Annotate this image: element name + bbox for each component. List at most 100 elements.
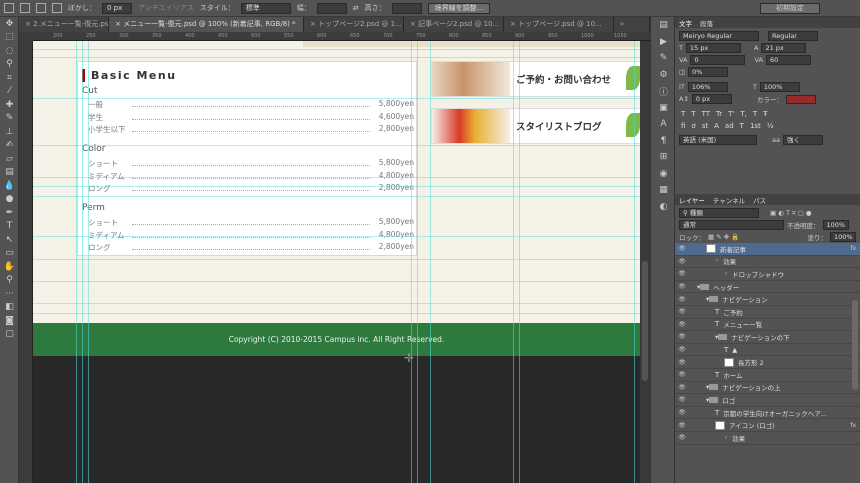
- layer-row[interactable]: 👁 T メニュー一覧: [675, 319, 860, 332]
- guide-vertical[interactable]: [411, 41, 412, 483]
- antialias-checkbox[interactable]: アンチエイリアス: [138, 3, 194, 13]
- move-tool-icon[interactable]: ✥: [0, 17, 19, 31]
- visibility-eye-icon[interactable]: 👁: [675, 283, 689, 290]
- tab-character[interactable]: 文字: [679, 18, 692, 28]
- marquee-preset-icon[interactable]: [4, 3, 14, 13]
- visibility-eye-icon[interactable]: 👁: [675, 308, 689, 315]
- tab-document-5[interactable]: × トップページ.psd @ 10...: [504, 17, 614, 32]
- leading-input[interactable]: 21 px: [761, 43, 807, 53]
- fraction-button[interactable]: ½: [767, 122, 774, 130]
- guide-vertical[interactable]: [430, 41, 431, 483]
- guide-vertical[interactable]: [513, 41, 514, 483]
- glyphs-panel-icon[interactable]: ⊞: [651, 149, 676, 166]
- visibility-eye-icon[interactable]: 👁: [675, 371, 689, 378]
- all-caps-button[interactable]: TT: [702, 110, 710, 118]
- font-size-input[interactable]: 15 px: [685, 43, 741, 53]
- guide-horizontal[interactable]: [33, 313, 640, 314]
- adjustments-panel-icon[interactable]: ◐: [651, 199, 676, 216]
- shape-tool-icon[interactable]: ▭: [0, 247, 19, 261]
- horizontal-ruler[interactable]: 200 250 300 350 400 450 500 550 600 650 700 750 800 8…: [33, 32, 650, 41]
- visibility-eye-icon[interactable]: 👁: [675, 296, 689, 303]
- width-input[interactable]: [316, 2, 347, 14]
- eyedropper-tool-icon[interactable]: ⁄: [0, 85, 19, 99]
- blend-mode-select[interactable]: 通常: [679, 220, 784, 230]
- vertical-scale-input[interactable]: 106%: [687, 82, 728, 92]
- crop-tool-icon[interactable]: ⌗: [0, 71, 19, 85]
- eraser-tool-icon[interactable]: ▱: [0, 152, 19, 166]
- lock-icons[interactable]: ▦ ✎ ✥ 🔒: [708, 233, 739, 241]
- brush-panel-icon[interactable]: ✎: [651, 50, 676, 67]
- visibility-eye-icon[interactable]: 👁: [675, 346, 689, 353]
- guide-horizontal[interactable]: [33, 177, 640, 178]
- tab-document-active[interactable]: × メニュー一覧-復元.psd @ 100% (新着記事, RGB/8) *: [109, 17, 304, 32]
- new-selection-icon[interactable]: [20, 3, 30, 13]
- character-panel-icon[interactable]: A: [651, 116, 676, 133]
- guide-horizontal[interactable]: [33, 236, 640, 237]
- vertical-ruler[interactable]: [19, 41, 33, 483]
- fill-input[interactable]: 100%: [830, 232, 856, 242]
- tsume-input[interactable]: 0%: [688, 67, 729, 77]
- swash-button[interactable]: A: [714, 122, 719, 130]
- tab-document-4[interactable]: × 記事ページ2.psd @ 10...: [404, 17, 504, 32]
- visibility-eye-icon[interactable]: 👁: [675, 396, 689, 403]
- history-brush-tool-icon[interactable]: ✍: [0, 139, 19, 153]
- visibility-eye-icon[interactable]: 👁: [675, 333, 689, 340]
- swap-icon[interactable]: ⇄: [353, 4, 359, 12]
- ordinal-button[interactable]: 1st: [750, 122, 761, 130]
- visibility-eye-icon[interactable]: 👁: [675, 422, 689, 429]
- visibility-eye-icon[interactable]: 👁: [675, 245, 689, 252]
- titling-button[interactable]: T: [740, 122, 744, 130]
- zoom-tool-icon[interactable]: ⚲: [0, 274, 19, 288]
- tab-overflow-icon[interactable]: »: [614, 17, 650, 32]
- brush-tool-icon[interactable]: ✎: [0, 112, 19, 126]
- visibility-eye-icon[interactable]: 👁: [675, 321, 689, 328]
- guide-horizontal[interactable]: [33, 259, 640, 260]
- layer-row[interactable]: 👁 ▾ ヘッダー: [675, 281, 860, 294]
- tab-paths[interactable]: パス: [753, 195, 766, 205]
- font-style-select[interactable]: Regular: [768, 31, 818, 41]
- discretionary-button[interactable]: st: [702, 122, 708, 130]
- superscript-button[interactable]: T': [728, 110, 734, 118]
- visibility-eye-icon[interactable]: 👁: [675, 409, 689, 416]
- layer-row[interactable]: 👁 ◦ ドロップシャドウ: [675, 268, 860, 281]
- pen-tool-icon[interactable]: ✒: [0, 206, 19, 220]
- paragraph-panel-icon[interactable]: ¶: [651, 133, 676, 150]
- visibility-eye-icon[interactable]: 👁: [675, 359, 689, 366]
- tracking-input[interactable]: 60: [765, 55, 811, 65]
- guide-horizontal[interactable]: [33, 186, 640, 187]
- contextual-button[interactable]: ơ: [691, 122, 695, 130]
- marquee-tool-icon[interactable]: ⬚: [0, 31, 19, 45]
- subscript-button[interactable]: T,: [740, 110, 747, 118]
- layer-row[interactable]: 👁 ▾ ナビゲーションの下: [675, 331, 860, 344]
- guide-horizontal[interactable]: [33, 98, 640, 99]
- navigator-panel-icon[interactable]: ▣: [651, 100, 676, 117]
- scrollbar-thumb[interactable]: [642, 261, 648, 381]
- stamp-tool-icon[interactable]: ⊥: [0, 125, 19, 139]
- quick-mask-icon[interactable]: ◙: [0, 314, 19, 328]
- add-selection-icon[interactable]: [36, 3, 46, 13]
- guide-vertical[interactable]: [417, 41, 418, 483]
- guide-horizontal[interactable]: [33, 303, 640, 304]
- canvas-scrollbar[interactable]: [640, 41, 650, 483]
- small-caps-button[interactable]: Tr: [716, 110, 722, 118]
- tab-layers[interactable]: レイヤー: [679, 195, 705, 205]
- layer-row[interactable]: 👁 ▾ ナビゲーションの上: [675, 382, 860, 395]
- text-color-swatch[interactable]: [785, 94, 816, 104]
- quick-select-tool-icon[interactable]: ⚲: [0, 58, 19, 72]
- faux-bold-button[interactable]: T: [681, 110, 685, 118]
- faux-italic-button[interactable]: T: [691, 110, 695, 118]
- feather-input[interactable]: 0 px: [102, 2, 132, 14]
- color-panel-icon[interactable]: ◉: [651, 166, 676, 183]
- healing-tool-icon[interactable]: ✚: [0, 98, 19, 112]
- tab-document-1[interactable]: × 2.メニュー一覧-復元.psd: [19, 17, 109, 32]
- height-input[interactable]: [391, 2, 422, 14]
- layer-row[interactable]: 👁 T 京都の学生向けオーガニックヘア...: [675, 407, 860, 420]
- tab-channels[interactable]: チャンネル: [713, 195, 745, 205]
- stylistic-button[interactable]: ad: [725, 122, 734, 130]
- guide-horizontal[interactable]: [33, 49, 640, 50]
- gradient-tool-icon[interactable]: ▤: [0, 166, 19, 180]
- layer-row[interactable]: 👁 T ご予約: [675, 306, 860, 319]
- fx-icon[interactable]: fx: [850, 245, 856, 252]
- guide-horizontal[interactable]: [33, 57, 640, 58]
- layer-row[interactable]: 👁 ▾ ナビゲーション: [675, 293, 860, 306]
